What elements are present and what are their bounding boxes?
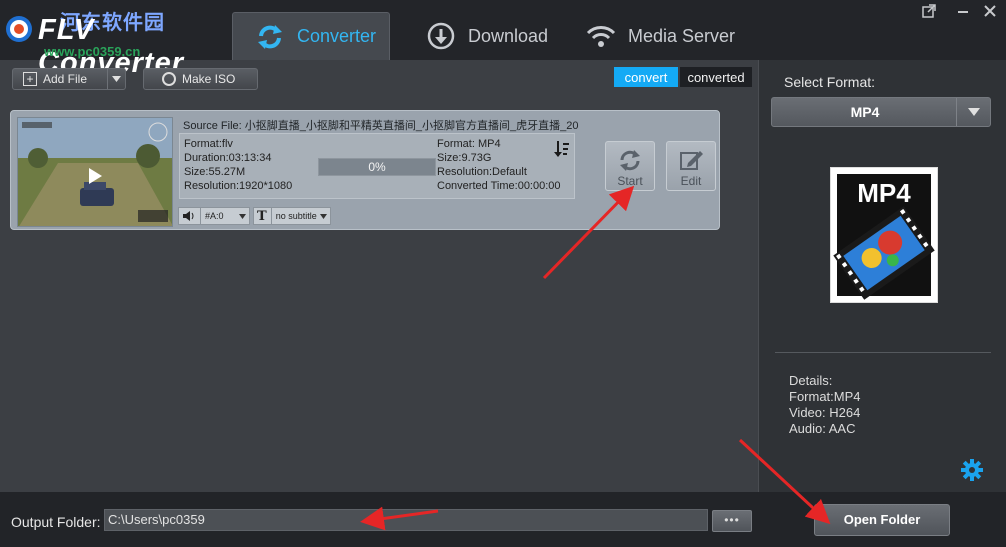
speaker-icon — [183, 211, 194, 221]
audio-track-value: #A:0 — [205, 211, 224, 221]
sort-icon[interactable] — [554, 140, 570, 163]
disc-icon — [162, 72, 176, 86]
edit-label: Edit — [680, 174, 702, 188]
game-scene-image — [18, 118, 172, 226]
tab-media-server[interactable]: Media Server — [584, 12, 744, 60]
watermark-url: www.pc0359.cn — [44, 44, 141, 59]
output-size: Size:9.73G — [437, 152, 492, 164]
format-details: Details: Format:MP4 Video: H264 Audio: A… — [789, 373, 861, 437]
chevron-down-icon[interactable] — [956, 98, 990, 126]
conversion-info: Format:flv Duration:03:13:34 Size:55.27M… — [179, 133, 575, 199]
plus-icon: + — [23, 72, 37, 86]
add-file-label: Add File — [43, 72, 88, 86]
edit-icon — [680, 151, 703, 170]
input-format: Format:flv — [184, 138, 233, 150]
details-format: Format:MP4 — [789, 389, 861, 404]
format-preview: MP4 — [830, 167, 938, 303]
source-file: Source File: 小抠脚直播_小抠脚和平精英直播间_小抠脚官方直播间_虎… — [183, 120, 579, 132]
browse-button[interactable]: ••• — [712, 510, 752, 532]
add-file-button[interactable]: + Add File — [12, 68, 126, 90]
converted-toggle[interactable]: converted — [680, 67, 752, 87]
refresh-icon — [253, 20, 287, 54]
format-select-value: MP4 — [850, 104, 880, 120]
logo-badge-icon — [6, 16, 32, 42]
tab-download-label: Download — [468, 25, 549, 46]
subtitle-select[interactable]: T no subtitle — [253, 207, 331, 225]
make-iso-button[interactable]: Make ISO — [143, 68, 258, 90]
chevron-down-icon — [239, 213, 246, 219]
video-thumbnail[interactable] — [17, 117, 173, 227]
output-resolution: Resolution:Default — [437, 166, 527, 178]
audio-track-select[interactable]: #A:0 — [178, 207, 250, 225]
format-panel: Select Format: MP4 MP4 Details: Format:M… — [758, 60, 1006, 492]
edit-button[interactable]: Edit — [666, 141, 716, 191]
title-bar: 河东软件园 FLV Converter www.pc0359.cn Conver… — [0, 0, 1006, 79]
format-select[interactable]: MP4 — [771, 97, 991, 127]
open-folder-button[interactable]: Open Folder — [814, 504, 950, 536]
output-format: Format: MP4 — [437, 138, 501, 150]
output-folder-label: Output Folder: — [11, 514, 101, 530]
minimize-icon[interactable] — [955, 4, 971, 20]
tab-download[interactable]: Download — [424, 12, 554, 60]
wifi-icon — [584, 19, 618, 53]
make-iso-label: Make ISO — [182, 72, 236, 86]
select-format-label: Select Format: — [784, 74, 876, 90]
chevron-down-icon — [320, 213, 327, 219]
details-heading: Details: — [789, 373, 833, 388]
mp4-format-icon: MP4 — [833, 174, 935, 300]
app-logo: 河东软件园 FLV Converter www.pc0359.cn — [0, 0, 232, 79]
subtitle-value: no subtitle — [275, 211, 317, 221]
file-item[interactable]: Source File: 小抠脚直播_小抠脚和平精英直播间_小抠脚官方直播间_虎… — [10, 110, 720, 230]
mp4-label: MP4 — [857, 178, 911, 208]
start-button[interactable]: Start — [605, 141, 655, 191]
convert-toggle[interactable]: convert — [614, 67, 678, 87]
details-video: Video: H264 — [789, 405, 861, 420]
input-duration: Duration:03:13:34 — [184, 152, 272, 164]
progress-text: 0% — [368, 160, 386, 174]
progress-bar: 0% — [318, 158, 436, 176]
start-label: Start — [617, 174, 643, 188]
input-resolution: Resolution:1920*1080 — [184, 180, 293, 192]
close-icon[interactable] — [982, 4, 998, 20]
panel-divider — [775, 352, 991, 353]
download-icon — [424, 19, 458, 53]
tab-media-server-label: Media Server — [628, 25, 736, 46]
text-icon: T — [257, 208, 267, 224]
add-file-dropdown[interactable] — [107, 69, 125, 89]
gear-icon[interactable] — [960, 458, 984, 482]
output-bar: Output Folder: C:\Users\pc0359 ••• Open … — [0, 492, 1006, 547]
output-folder-field[interactable]: C:\Users\pc0359 — [104, 509, 708, 531]
output-converted-time: Converted Time:00:00:00 — [437, 180, 561, 192]
chevron-down-icon — [112, 76, 121, 82]
tab-converter-label: Converter — [297, 26, 377, 46]
input-size: Size:55.27M — [184, 166, 246, 178]
details-audio: Audio: AAC — [789, 421, 856, 436]
refresh-icon — [620, 150, 640, 171]
popout-icon[interactable] — [921, 4, 937, 20]
tab-converter[interactable]: Converter — [232, 12, 390, 60]
